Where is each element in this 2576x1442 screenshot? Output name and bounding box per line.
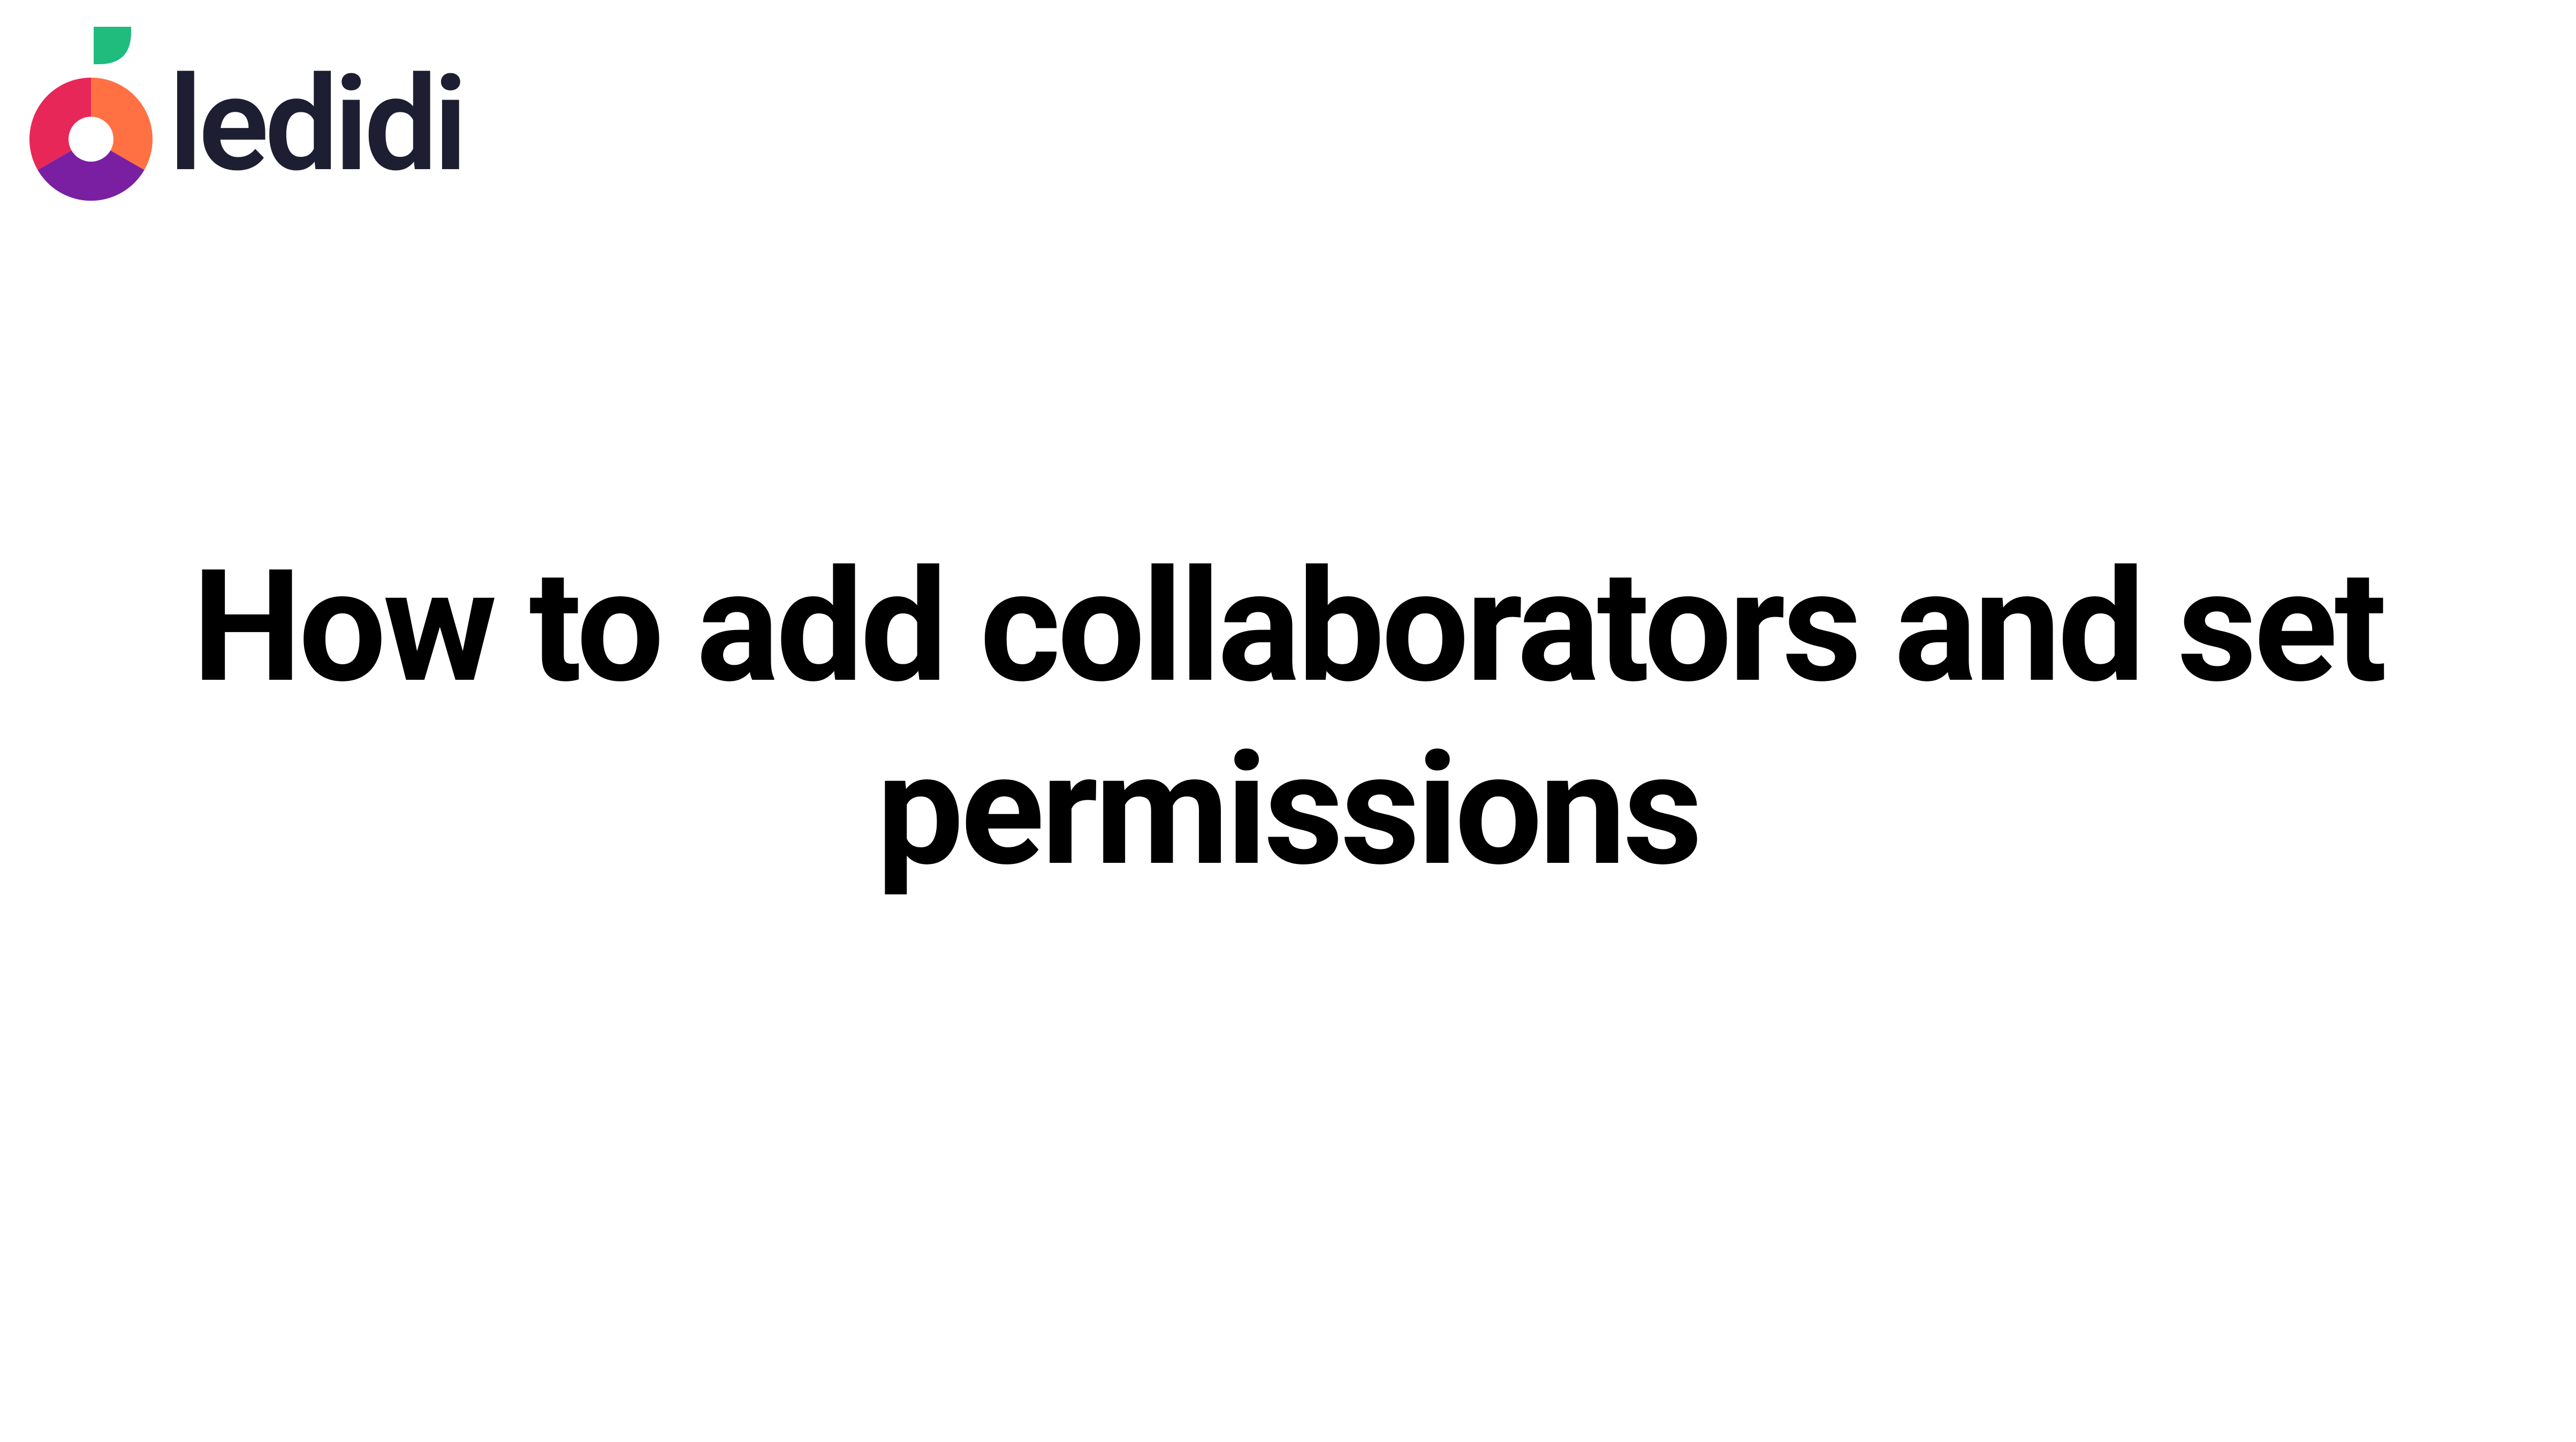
logo-wordmark: ledidi (169, 59, 463, 190)
logo-leaf-icon (94, 27, 131, 64)
title-container: How to add collaborators and set permiss… (0, 535, 2576, 901)
page-title: How to add collaborators and set permiss… (161, 535, 2415, 901)
brand-logo: ledidi (29, 27, 463, 193)
logo-mark (29, 27, 153, 193)
logo-circle-icon (29, 78, 153, 201)
